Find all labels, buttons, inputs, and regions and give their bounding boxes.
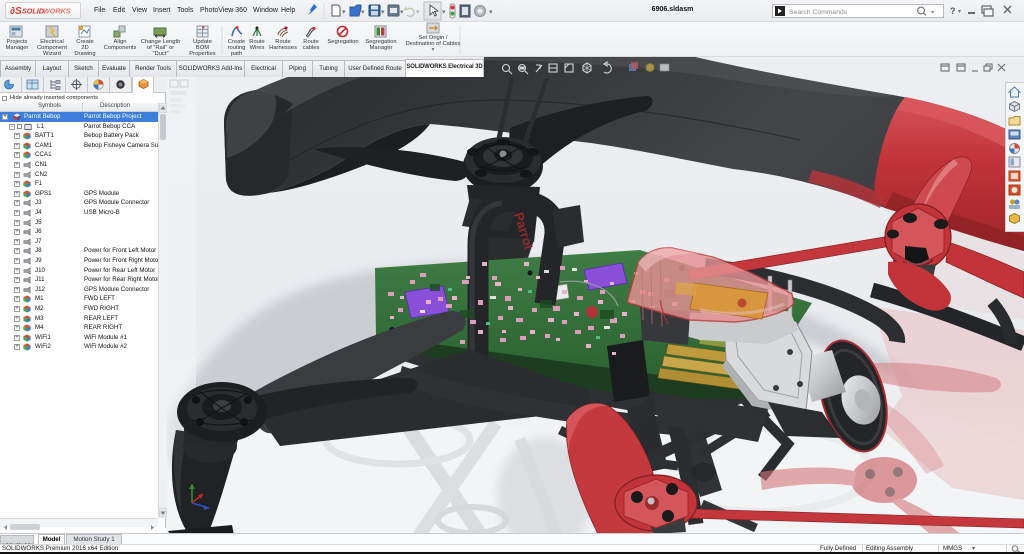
svg-text:▾: ▾ bbox=[416, 9, 420, 16]
svg-text:▾: ▾ bbox=[489, 9, 493, 16]
svg-text:▾: ▾ bbox=[931, 10, 934, 16]
svg-text:WORKS: WORKS bbox=[43, 7, 71, 16]
svg-text:∂S: ∂S bbox=[10, 6, 22, 17]
svg-text:?: ? bbox=[950, 6, 956, 16]
svg-text:▾: ▾ bbox=[381, 9, 385, 16]
svg-text:▾: ▾ bbox=[342, 9, 346, 16]
svg-text:▾: ▾ bbox=[400, 9, 404, 16]
svg-text:*: * bbox=[202, 26, 205, 33]
svg-text:SOLID: SOLID bbox=[22, 7, 44, 16]
svg-text:Search Commands: Search Commands bbox=[789, 9, 848, 16]
svg-text:▾: ▾ bbox=[442, 9, 446, 16]
svg-text:▾: ▾ bbox=[361, 9, 365, 16]
svg-text:▾: ▾ bbox=[958, 9, 961, 15]
